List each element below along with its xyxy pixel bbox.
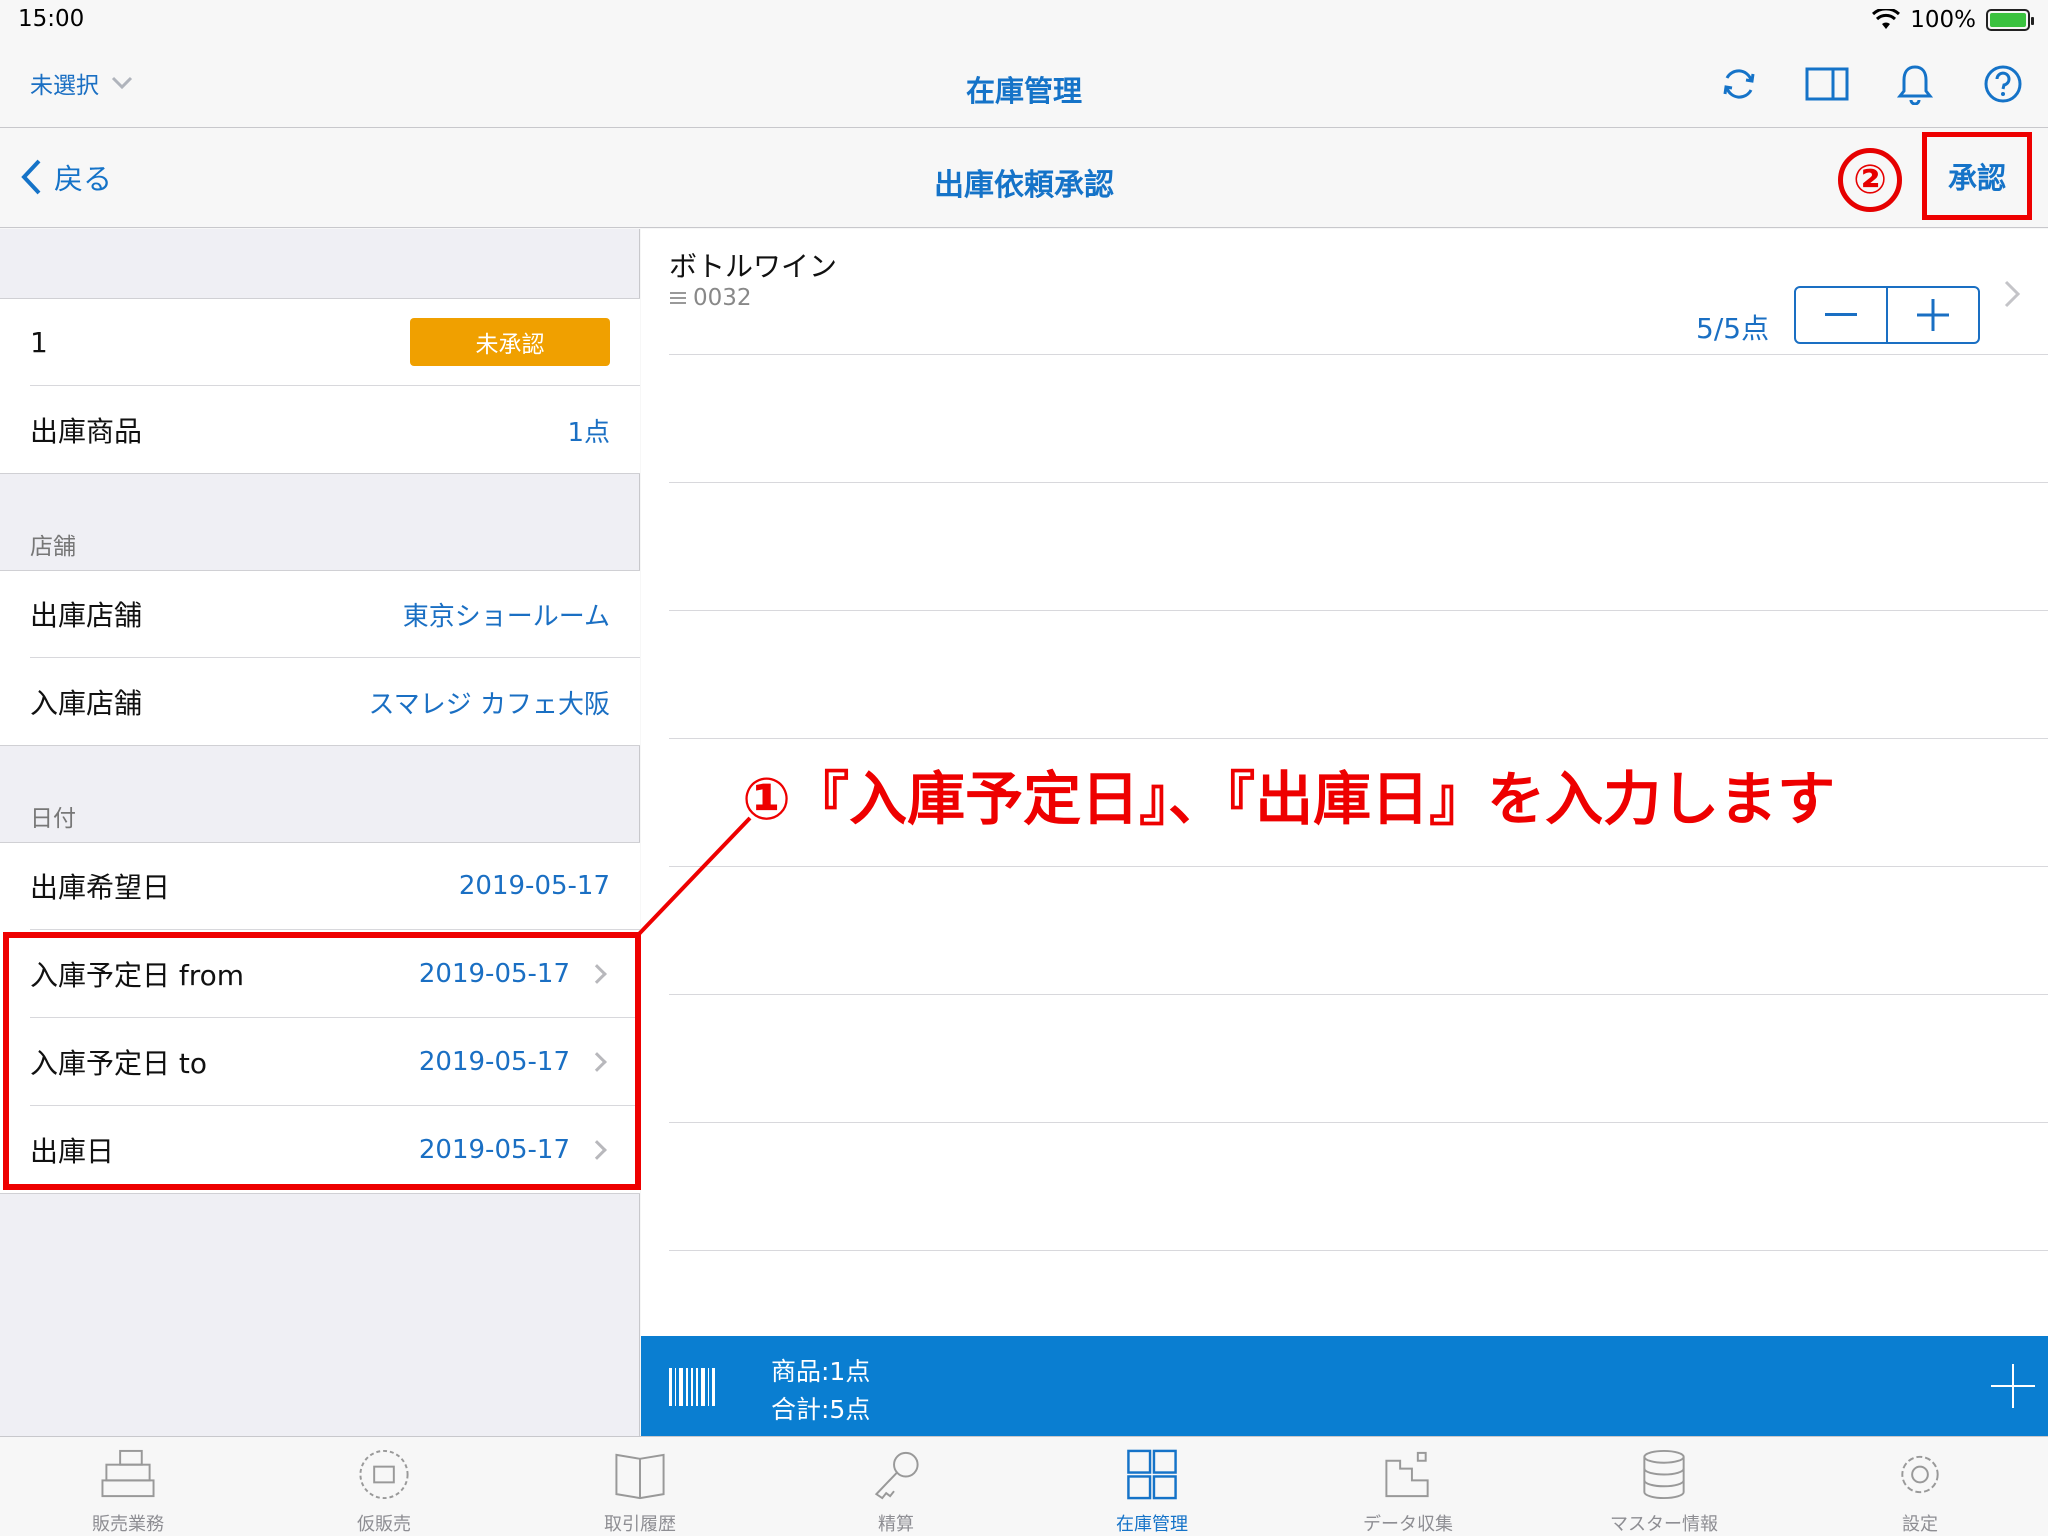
- item-code: 0032: [693, 285, 752, 311]
- status-indicators: 100%: [1872, 6, 2034, 34]
- tab-settings[interactable]: 設定: [1792, 1437, 2048, 1536]
- inventory-icon: [1127, 1449, 1177, 1500]
- status-badge: 未承認: [410, 318, 610, 366]
- tab-sales[interactable]: 販売業務: [0, 1437, 256, 1536]
- date-fields-highlight: [3, 932, 641, 1190]
- database-icon: [1643, 1449, 1685, 1500]
- notification-button[interactable]: [1891, 60, 1939, 108]
- status-time: 15:00: [18, 6, 85, 32]
- desired-date-row: 出庫希望日 2019-05-17: [0, 842, 640, 930]
- minus-icon: [1825, 313, 1857, 316]
- summary-bar: 商品:1点 合計:5点: [641, 1336, 2048, 1436]
- split-view-icon: [1805, 67, 1849, 101]
- top-nav-bar: 未選択 在庫管理: [0, 40, 2048, 128]
- list-item[interactable]: ボトルワイン 0032 5/5点: [641, 229, 2048, 354]
- annotation-pointer-line: [636, 816, 752, 937]
- book-icon: [615, 1453, 665, 1500]
- in-store-row: 入庫店舗 スマレジ カフェ大阪: [0, 658, 640, 746]
- sync-icon: [1723, 69, 1755, 99]
- temp-register-icon: [359, 1449, 409, 1500]
- section-date-label: 日付: [30, 806, 76, 832]
- split-view-button[interactable]: [1803, 60, 1851, 108]
- help-icon: [1984, 65, 2022, 103]
- tab-label: 設定: [1902, 1514, 1938, 1535]
- in-store-label: 入庫店舗: [30, 687, 143, 720]
- tab-label: データ収集: [1363, 1514, 1453, 1535]
- quantity-stepper: [1794, 286, 1980, 344]
- tab-temp-sales[interactable]: 仮販売: [256, 1437, 512, 1536]
- item-name: ボトルワイン: [669, 250, 838, 283]
- detail-header: 戻る 出庫依頼承認 ② 承認: [0, 128, 2048, 228]
- tab-history[interactable]: 取引履歴: [512, 1437, 768, 1536]
- item-quantity: 5/5点: [1696, 312, 1770, 345]
- data-icon: [1385, 1451, 1429, 1498]
- increment-button[interactable]: [1886, 288, 1978, 342]
- status-bar: 15:00 100%: [0, 0, 2048, 40]
- tab-label: 在庫管理: [1116, 1514, 1188, 1535]
- step-2-marker: ②: [1838, 148, 1902, 212]
- out-store-value: 東京ショールーム: [402, 601, 610, 632]
- tab-bar: 販売業務 仮販売 取引履歴 精算 在庫管理 データ収集 マスター情報 設定: [0, 1436, 2048, 1536]
- tab-label: 販売業務: [92, 1514, 164, 1535]
- wifi-icon: [1872, 9, 1901, 29]
- battery-icon: [1986, 9, 2034, 31]
- desired-date-value: 2019-05-17: [458, 871, 610, 901]
- tab-data-collection[interactable]: データ収集: [1280, 1437, 1536, 1536]
- in-store-value: スマレジ カフェ大阪: [368, 689, 611, 720]
- approve-highlight: 承認: [1922, 132, 2032, 220]
- product-count-value: 1点: [567, 417, 610, 448]
- plus-icon: [1917, 299, 1949, 331]
- product-count-row: 出庫商品 1点: [0, 386, 640, 474]
- gear-icon: [1901, 1455, 1939, 1494]
- section-store-label: 店舗: [30, 534, 76, 560]
- tab-label: 精算: [878, 1514, 914, 1535]
- tab-settlement[interactable]: 精算: [768, 1437, 1024, 1536]
- tab-master[interactable]: マスター情報: [1536, 1437, 1792, 1536]
- request-number: 1: [30, 325, 48, 359]
- request-detail-pane: 1 未承認 出庫商品 1点 店舗 出庫店舗 東京ショールーム 入庫店舗 スマレジ…: [0, 229, 640, 1436]
- out-store-row: 出庫店舗 東京ショールーム: [0, 570, 640, 658]
- summary-total: 合計:5点: [771, 1395, 871, 1424]
- register-icon: [101, 1449, 155, 1498]
- item-code-row: 0032: [669, 285, 752, 311]
- out-store-label: 出庫店舗: [30, 599, 143, 632]
- help-button[interactable]: [1979, 60, 2027, 108]
- annotation-text: ①『入庫予定日』、『出庫日』を入力します: [742, 765, 1836, 833]
- list-icon: [670, 292, 686, 304]
- barcode-scan-button[interactable]: [669, 1368, 716, 1406]
- tab-label: マスター情報: [1610, 1514, 1718, 1535]
- tab-label: 取引履歴: [604, 1514, 676, 1535]
- add-item-button[interactable]: [1991, 1364, 2035, 1408]
- approve-button[interactable]: 承認: [1948, 155, 2006, 197]
- decrement-button[interactable]: [1796, 288, 1886, 342]
- tab-inventory[interactable]: 在庫管理: [1024, 1437, 1280, 1536]
- bell-icon: [1897, 65, 1933, 105]
- tab-label: 仮販売: [357, 1514, 411, 1535]
- page-title: 出庫依頼承認: [934, 168, 1114, 203]
- sync-button[interactable]: [1715, 60, 1763, 108]
- summary-products: 商品:1点: [771, 1357, 871, 1386]
- chevron-right-icon: [2004, 280, 2021, 308]
- request-number-row: 1 未承認: [0, 298, 640, 386]
- desired-date-label: 出庫希望日: [30, 871, 171, 904]
- key-icon: [874, 1451, 919, 1500]
- product-count-label: 出庫商品: [30, 415, 143, 448]
- battery-percent: 100%: [1910, 7, 1976, 33]
